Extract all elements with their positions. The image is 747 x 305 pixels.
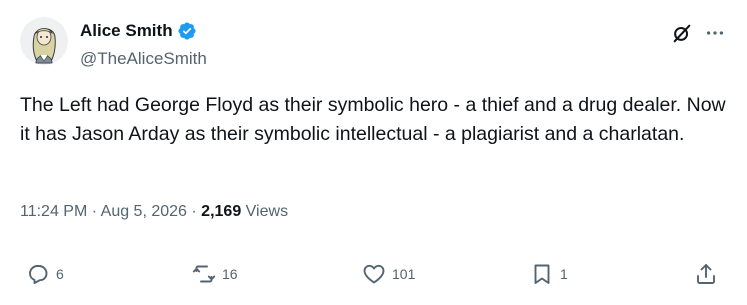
author-name-row: Alice Smith <box>80 20 197 42</box>
tweet-text: The Left had George Floyd as their symbo… <box>20 94 726 145</box>
share-icon <box>697 264 715 284</box>
share-button[interactable] <box>694 260 718 288</box>
reply-count: 6 <box>56 266 64 282</box>
repost-count: 16 <box>222 266 238 282</box>
reply-button[interactable]: 6 <box>26 260 64 288</box>
tweet-date[interactable]: Aug 5, 2026 <box>101 203 187 220</box>
bookmark-button[interactable]: 1 <box>530 260 568 288</box>
bookmark-icon <box>534 264 550 284</box>
like-button[interactable]: 101 <box>362 260 415 288</box>
heart-icon <box>363 264 385 284</box>
like-count: 101 <box>392 266 416 282</box>
repost-button[interactable]: 16 <box>192 260 238 288</box>
bookmark-count: 1 <box>560 266 568 282</box>
author-display-name[interactable]: Alice Smith <box>80 20 173 42</box>
tweet-time[interactable]: 11:24 PM <box>20 203 87 220</box>
verified-badge-icon[interactable] <box>177 21 197 41</box>
meta-separator: · <box>191 203 197 220</box>
views-label: Views <box>245 203 289 220</box>
tweet-meta: 11:24 PM · Aug 5, 2026 · 2,169 Views <box>20 201 288 223</box>
author-handle[interactable]: @TheAliceSmith <box>80 48 207 70</box>
avatar-illustration-icon <box>20 17 68 65</box>
more-icon[interactable] <box>704 22 726 44</box>
action-bar: 6 16 101 1 <box>0 260 747 288</box>
reply-icon <box>29 265 48 284</box>
meta-separator: · <box>91 203 98 220</box>
avatar[interactable] <box>20 17 68 65</box>
tweet-card[interactable]: Alice Smith @TheAliceSmith The Left had … <box>0 0 747 305</box>
repost-icon <box>192 265 216 283</box>
grok-icon[interactable] <box>671 22 693 44</box>
views-count[interactable]: 2,169 <box>201 203 241 220</box>
